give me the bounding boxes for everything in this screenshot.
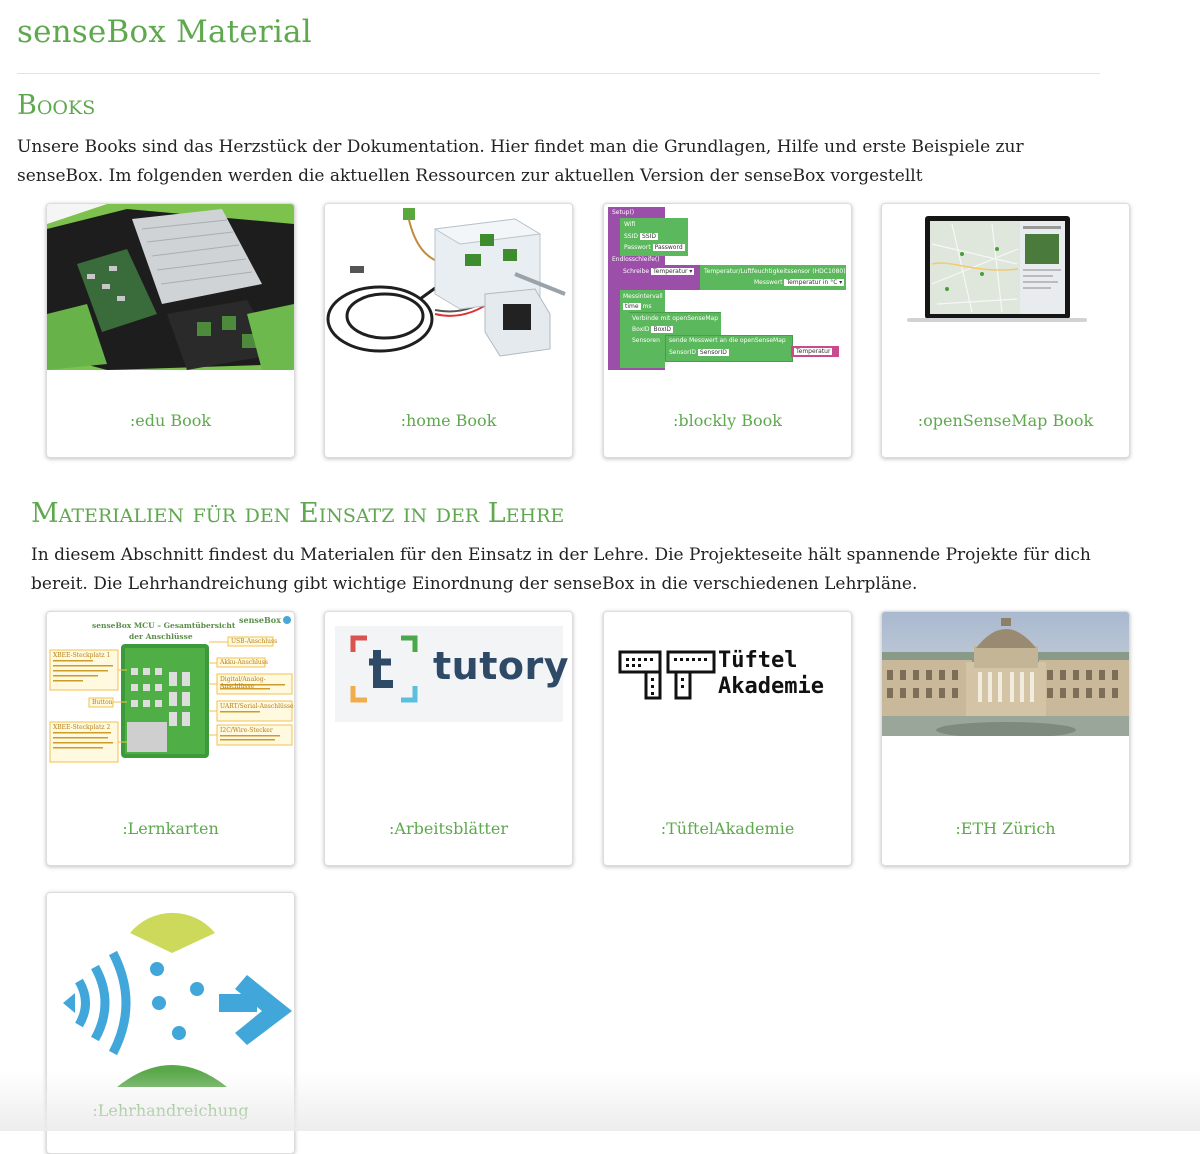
opensensemap-book-card[interactable]: :openSenseMap Book — [881, 203, 1130, 458]
lehrhandreichung-label: :Lehrhandreichung — [92, 1101, 249, 1120]
eth-zurich-label: :ETH Zürich — [955, 819, 1056, 838]
tueftelakademie-card[interactable]: Tüftel Akademie :TüftelAkademie — [603, 611, 852, 866]
lehrhandreichung-card[interactable]: :Lehrhandreichung — [46, 892, 295, 1154]
arbeitsblaetter-card[interactable]: tutory :Arbeitsblätter — [324, 611, 573, 866]
eth-building-image — [882, 612, 1129, 778]
lernkarten-card[interactable]: senseBox MCU – Gesamtübersicht der Ansch… — [46, 611, 295, 866]
opensensemap-book-label: :openSenseMap Book — [917, 411, 1094, 430]
blockly-book-card[interactable]: Setup() Wifi SSID SSID Passwort Password… — [603, 203, 852, 458]
opensensemap-book-image — [882, 204, 1129, 370]
lernkarten-label: :Lernkarten — [122, 819, 219, 838]
home-book-image — [325, 204, 572, 370]
teaching-description: In diesem Abschnitt findest du Materiale… — [31, 545, 1091, 594]
books-description: Unsere Books sind das Herzstück der Doku… — [17, 137, 1024, 186]
edu-book-card[interactable]: :edu Book — [46, 203, 295, 458]
blockly-book-image: Setup() Wifi SSID SSID Passwort Password… — [604, 204, 851, 370]
lehrhandreichung-image — [47, 893, 294, 1093]
home-book-label: :home Book — [400, 411, 497, 430]
tueftelakademie-label: :TüftelAkademie — [660, 819, 795, 838]
teaching-heading: Materialien für den Einsatz in der Lehre — [31, 498, 565, 529]
tutory-logo: tutory — [325, 612, 572, 778]
books-heading: Books — [17, 90, 96, 121]
arbeitsblaetter-label: :Arbeitsblätter — [389, 819, 508, 838]
edu-book-image — [47, 204, 294, 370]
page-title: senseBox Material — [17, 14, 312, 50]
tueftel-logo: Tüftel Akademie — [604, 612, 851, 778]
lernkarten-image: senseBox MCU – Gesamtübersicht der Ansch… — [47, 612, 294, 778]
tutory-wordmark: tutory — [433, 644, 569, 688]
title-divider — [17, 73, 1100, 74]
home-book-card[interactable]: :home Book — [324, 203, 573, 458]
blockly-book-label: :blockly Book — [673, 411, 782, 430]
eth-zurich-card[interactable]: :ETH Zürich — [881, 611, 1130, 866]
edu-book-label: :edu Book — [129, 411, 212, 430]
